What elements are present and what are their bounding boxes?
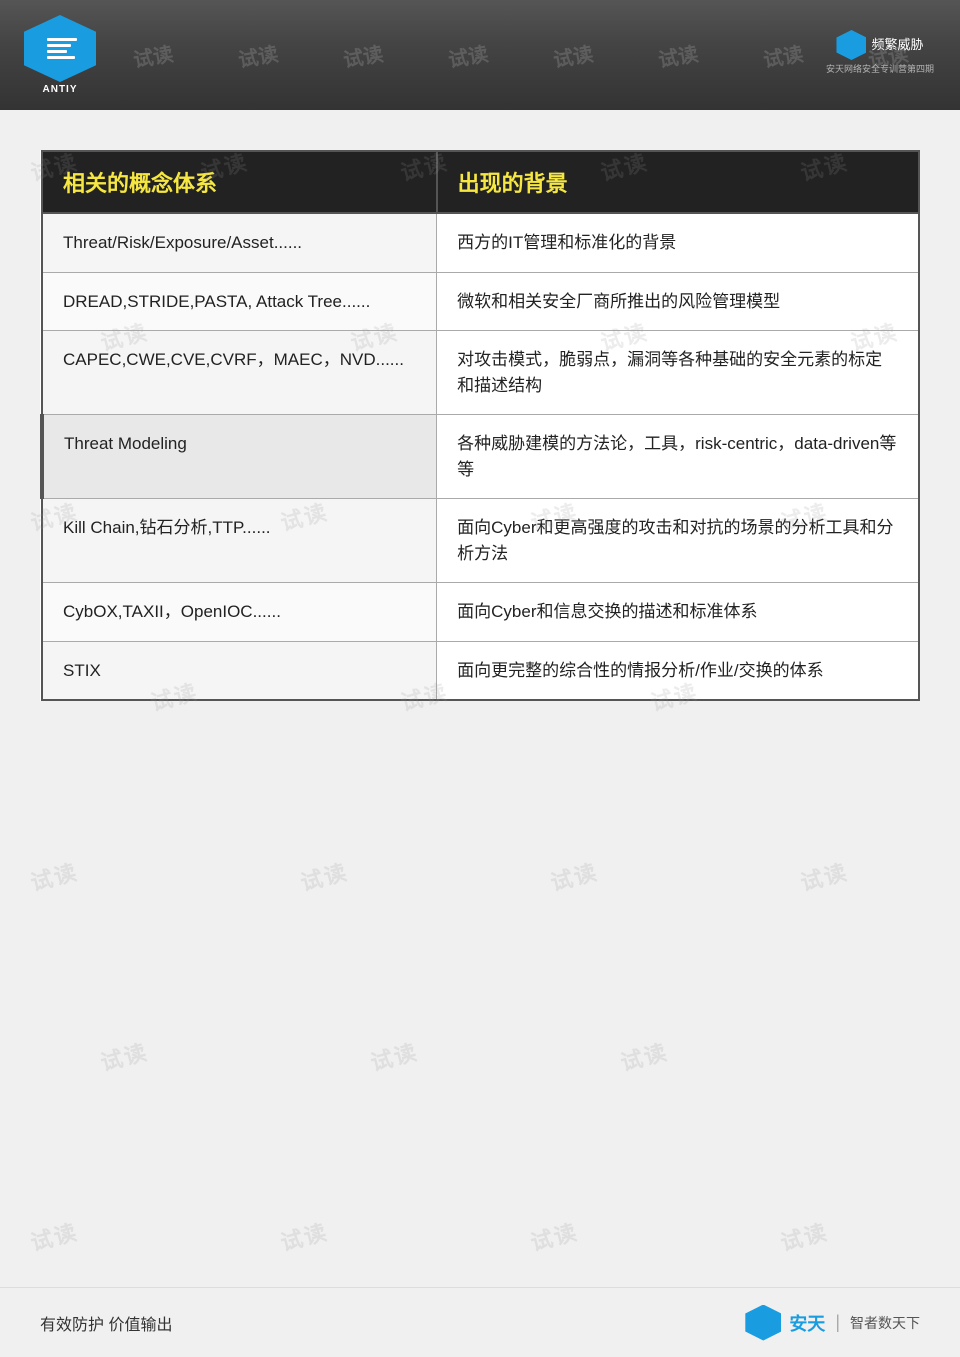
watermark-16: 试读 bbox=[27, 854, 82, 897]
header: ANTIY 试读 试读 试读 试读 试读 试读 试读 试读 频繁威胁 安天网络安… bbox=[0, 0, 960, 110]
watermark-21: 试读 bbox=[367, 1034, 422, 1077]
header-brand: 频繁威胁 安天网络安全专训营第四期 bbox=[820, 15, 940, 90]
table-cell-concept: Threat/Risk/Exposure/Asset...... bbox=[42, 213, 437, 272]
brand-hexagon bbox=[836, 30, 866, 60]
table-cell-background: 各种威胁建模的方法论，工具，risk-centric，data-driven等等 bbox=[437, 415, 919, 499]
watermark-20: 试读 bbox=[97, 1034, 152, 1077]
table-cell-concept: CybOX,TAXII，OpenIOC...... bbox=[42, 583, 437, 642]
header-wm-1: 试读 bbox=[130, 41, 174, 70]
table-row: DREAD,STRIDE,PASTA, Attack Tree......微软和… bbox=[42, 272, 919, 331]
table-row: Kill Chain,钻石分析,TTP......面向Cyber和更高强度的攻击… bbox=[42, 499, 919, 583]
watermark-26: 试读 bbox=[777, 1214, 832, 1257]
header-wm-3: 试读 bbox=[340, 41, 384, 70]
watermark-18: 试读 bbox=[547, 854, 602, 897]
table-cell-background: 西方的IT管理和标准化的背景 bbox=[437, 213, 919, 272]
watermark-23: 试读 bbox=[27, 1214, 82, 1257]
footer-hexagon bbox=[745, 1305, 781, 1341]
table-cell-background: 微软和相关安全厂商所推出的风险管理模型 bbox=[437, 272, 919, 331]
table-cell-concept: CAPEC,CWE,CVE,CVRF，MAEC，NVD...... bbox=[42, 331, 437, 415]
table-cell-background: 面向Cyber和信息交换的描述和标准体系 bbox=[437, 583, 919, 642]
table-row: CAPEC,CWE,CVE,CVRF，MAEC，NVD......对攻击模式，脆… bbox=[42, 331, 919, 415]
footer-logo: 安天 | 智者数天下 bbox=[745, 1305, 920, 1341]
table-row: CybOX,TAXII，OpenIOC......面向Cyber和信息交换的描述… bbox=[42, 583, 919, 642]
header-logo: ANTIY bbox=[20, 15, 100, 95]
table-cell-background: 对攻击模式，脆弱点，漏洞等各种基础的安全元素的标定和描述结构 bbox=[437, 331, 919, 415]
watermark-25: 试读 bbox=[527, 1214, 582, 1257]
header-wm-5: 试读 bbox=[550, 41, 594, 70]
col2-header: 出现的背景 bbox=[437, 151, 919, 213]
logo-line-4 bbox=[47, 56, 75, 59]
logo-line-1 bbox=[47, 38, 77, 41]
table-cell-concept: Threat Modeling bbox=[42, 415, 437, 499]
header-watermarks: 试读 试读 试读 试读 试读 试读 试读 试读 bbox=[100, 41, 940, 70]
footer: 有效防护 价值输出 安天 | 智者数天下 bbox=[0, 1287, 960, 1357]
watermark-22: 试读 bbox=[617, 1034, 672, 1077]
table-cell-background: 面向更完整的综合性的情报分析/作业/交换的体系 bbox=[437, 641, 919, 700]
watermark-19: 试读 bbox=[797, 854, 852, 897]
watermark-17: 试读 bbox=[297, 854, 352, 897]
logo-lines bbox=[43, 38, 77, 59]
header-wm-6: 试读 bbox=[655, 41, 699, 70]
footer-brand-separator: | bbox=[835, 1312, 840, 1333]
logo-line-3 bbox=[47, 50, 67, 53]
brand-name-cn: 频繁威胁 bbox=[871, 37, 923, 54]
table-row: Threat/Risk/Exposure/Asset......西方的IT管理和… bbox=[42, 213, 919, 272]
table-cell-concept: Kill Chain,钻石分析,TTP...... bbox=[42, 499, 437, 583]
col1-header: 相关的概念体系 bbox=[42, 151, 437, 213]
header-wm-7: 试读 bbox=[760, 41, 804, 70]
footer-brand-antiy: 安天 bbox=[789, 1310, 825, 1336]
brand-cn-text: 频繁威胁 bbox=[871, 37, 923, 54]
table-row: STIX面向更完整的综合性的情报分析/作业/交换的体系 bbox=[42, 641, 919, 700]
footer-brand-sub: 智者数天下 bbox=[850, 1313, 920, 1333]
watermark-24: 试读 bbox=[277, 1214, 332, 1257]
footer-slogan: 有效防护 价值输出 bbox=[40, 1311, 172, 1335]
table-cell-background: 面向Cyber和更高强度的攻击和对抗的场景的分析工具和分析方法 bbox=[437, 499, 919, 583]
logo-hexagon bbox=[24, 15, 96, 82]
table-row: Threat Modeling各种威胁建模的方法论，工具，risk-centri… bbox=[42, 415, 919, 499]
brand-logo-area: 频繁威胁 bbox=[836, 30, 923, 60]
logo-antiy-text: ANTIY bbox=[43, 84, 78, 95]
table-cell-concept: DREAD,STRIDE,PASTA, Attack Tree...... bbox=[42, 272, 437, 331]
header-wm-4: 试读 bbox=[445, 41, 489, 70]
brand-sub-text: 安天网络安全专训营第四期 bbox=[826, 62, 934, 75]
main-content: 相关的概念体系 出现的背景 Threat/Risk/Exposure/Asset… bbox=[0, 110, 960, 731]
table-header-row: 相关的概念体系 出现的背景 bbox=[42, 151, 919, 213]
concept-table: 相关的概念体系 出现的背景 Threat/Risk/Exposure/Asset… bbox=[40, 150, 920, 701]
logo-line-2 bbox=[47, 44, 71, 47]
table-cell-concept: STIX bbox=[42, 641, 437, 700]
header-wm-2: 试读 bbox=[235, 41, 279, 70]
